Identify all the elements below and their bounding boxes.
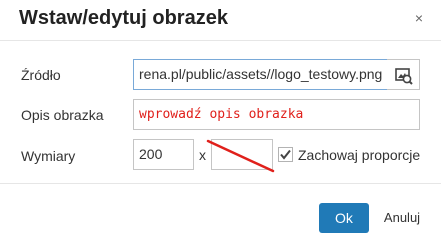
dialog-title: Wstaw/edytuj obrazek xyxy=(19,7,228,29)
checkmark-icon xyxy=(280,149,291,160)
strike-annotation xyxy=(206,139,275,173)
dialog-body: Źródło rena.pl/public/assets//logo_testo… xyxy=(0,41,441,183)
source-label: Źródło xyxy=(21,67,61,83)
description-input[interactable]: wprowadź opis obrazka xyxy=(133,99,420,130)
image-dialog: Wstaw/edytuj obrazek × Źródło rena.pl/pu… xyxy=(0,0,441,242)
cancel-button[interactable]: Anuluj xyxy=(377,203,427,233)
source-input[interactable]: rena.pl/public/assets//logo_testowy.png xyxy=(133,59,388,90)
close-button[interactable]: × xyxy=(411,8,427,28)
ok-button[interactable]: Ok xyxy=(319,203,369,233)
constrain-label: Zachowaj proporcje xyxy=(298,147,421,163)
constrain-checkbox[interactable] xyxy=(278,147,293,162)
image-search-icon xyxy=(395,68,413,85)
description-label: Opis obrazka xyxy=(21,107,104,123)
dialog-header: Wstaw/edytuj obrazek × xyxy=(0,0,441,41)
dialog-footer: Ok Anuluj xyxy=(0,183,441,243)
browse-button[interactable] xyxy=(387,59,420,90)
width-input[interactable]: 200 xyxy=(133,139,194,170)
dimensions-label: Wymiary xyxy=(21,148,76,164)
